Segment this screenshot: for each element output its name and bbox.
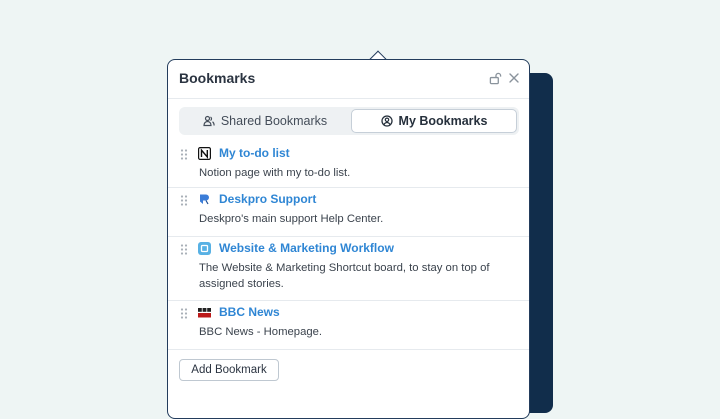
bookmark-description: The Website & Marketing Shortcut board, … [199,262,490,290]
close-icon[interactable] [508,72,520,84]
list-item: My to-do list Notion page with my to-do … [168,142,529,188]
tab-label: Shared Bookmarks [220,114,328,128]
user-circle-icon [380,115,393,127]
bookmark-tabs: Shared Bookmarks My Bookmarks [179,107,519,135]
users-icon [203,115,215,127]
deskpro-icon [200,194,209,205]
bookmark-description: BBC News - Homepage. [199,326,323,338]
bookmark-title-link[interactable]: BBC News [219,305,280,319]
bookmark-list: My to-do list Notion page with my to-do … [168,142,529,350]
drag-handle-icon[interactable] [180,149,188,160]
bookmark-description: Deskpro's main support Help Center. [199,213,384,225]
list-item: Website & Marketing Workflow The Website… [168,237,529,301]
tab-shared-bookmarks[interactable]: Shared Bookmarks [181,109,349,133]
list-item: Deskpro Support Deskpro's main support H… [168,188,529,237]
drag-handle-icon[interactable] [180,308,188,319]
shortcut-icon [198,242,211,255]
bookmark-title-link[interactable]: Deskpro Support [219,192,316,206]
bookmark-title-link[interactable]: My to-do list [219,146,290,160]
bookmark-title-link[interactable]: Website & Marketing Workflow [219,241,394,255]
unlock-icon[interactable] [489,72,502,85]
tab-label: My Bookmarks [398,114,488,128]
add-bookmark-button[interactable]: Add Bookmark [179,359,279,381]
popover-title: Bookmarks [179,70,256,86]
list-item: BBC News BBC News - Homepage. [168,301,529,350]
drag-handle-icon[interactable] [180,244,188,255]
bbc-news-icon [198,308,211,318]
popover-header: Bookmarks [168,60,529,99]
bookmark-description: Notion page with my to-do list. [199,167,351,179]
drag-handle-icon[interactable] [180,195,188,206]
tab-my-bookmarks[interactable]: My Bookmarks [351,109,517,133]
bookmarks-popover: Bookmarks Shared Bookmarks My Bookmarks [167,59,530,419]
notion-icon [198,147,211,160]
